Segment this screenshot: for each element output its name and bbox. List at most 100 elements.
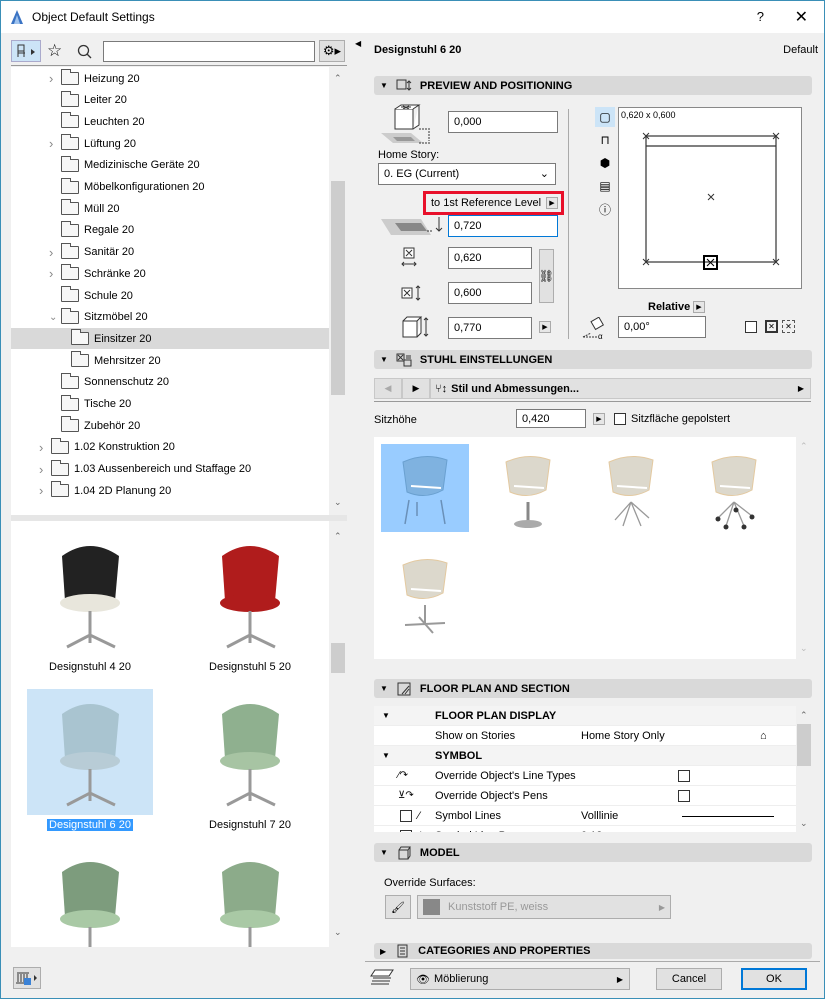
close-button[interactable]: ✕ <box>795 7 808 27</box>
gallery-scrollbar[interactable]: ⌃ ⌄ <box>331 525 345 947</box>
section-floor-plan[interactable]: ▼ FLOOR PLAN AND SECTION <box>374 679 812 698</box>
scroll-down-arrow[interactable]: ⌄ <box>334 927 342 938</box>
section-view-button[interactable]: ⊓ <box>595 130 615 150</box>
chevron-right-icon[interactable]: › <box>49 266 59 281</box>
chevron-right-icon[interactable]: › <box>49 136 59 151</box>
chair-thumbnail[interactable] <box>187 689 313 815</box>
chair-thumbnail[interactable] <box>27 531 153 657</box>
tree-item[interactable]: Mehrsitzer 20 <box>11 350 329 371</box>
override-checkbox[interactable] <box>678 769 690 782</box>
floor-plan-property-list[interactable]: ▼ FLOOR PLAN DISPLAY Show on Stories Home S… <box>374 706 796 832</box>
gallery-item[interactable] <box>25 847 155 947</box>
search-icon[interactable] <box>77 44 93 60</box>
reference-level-selector[interactable]: to 1st Reference Level ▶ <box>423 191 564 215</box>
scroll-up-arrow[interactable]: ⌃ <box>800 441 808 452</box>
row-checkbox[interactable] <box>400 829 412 832</box>
property-group[interactable]: ▼ FLOOR PLAN DISPLAY <box>374 706 796 726</box>
chair-style-option-wheels[interactable] <box>690 444 778 532</box>
stories-icon[interactable]: ⌂ <box>760 730 767 742</box>
previous-page-button[interactable]: ◀ <box>374 378 402 399</box>
section-stuhl-einstellungen[interactable]: ▼ STUHL EINSTELLUNGEN <box>374 350 812 369</box>
property-row[interactable]: ⊻↷ Override Object's Pens <box>374 786 796 806</box>
link-dimensions-button[interactable]: ⛓ <box>539 249 554 303</box>
tree-item[interactable]: › Schränke 20 <box>11 263 329 284</box>
scroll-down-arrow[interactable]: ⌄ <box>800 818 808 829</box>
tree-item[interactable]: Tische 20 <box>11 394 329 415</box>
tree-item[interactable]: Müll 20 <box>11 198 329 219</box>
tree-item[interactable]: Zubehör 20 <box>11 415 329 436</box>
chair-thumbnail[interactable] <box>27 689 153 815</box>
preview-window[interactable]: 0,620 x 0,600 <box>618 107 802 289</box>
chair-thumbnail[interactable] <box>27 847 153 947</box>
gallery-item[interactable]: Designstuhl 7 20 <box>185 689 315 831</box>
sitzhoehe-input[interactable]: 0,420 <box>516 409 586 428</box>
tree-item[interactable]: Medizinische Geräte 20 <box>11 155 329 176</box>
property-row[interactable]: ⁄ Symbol Line Pen 0,18 mm <box>374 826 796 832</box>
property-scrollbar[interactable]: ⌃ ⌄ <box>797 706 811 832</box>
gallery-item[interactable]: Designstuhl 6 20 <box>25 689 155 831</box>
relative-options-button[interactable]: ▶ <box>693 301 705 313</box>
library-manager-button[interactable] <box>13 967 41 989</box>
next-page-button[interactable]: ▶ <box>402 378 430 399</box>
mirror-checkbox[interactable] <box>745 321 757 333</box>
cancel-button[interactable]: Cancel <box>656 968 722 990</box>
library-tree[interactable]: › Heizung 20 Leiter 20 Leuchten 20 › Lüftung … <box>11 67 329 543</box>
section-categories-properties[interactable]: ▶ CATEGORIES AND PROPERTIES <box>374 943 812 959</box>
anchor-icon[interactable]: ✕ <box>765 320 778 333</box>
ok-button[interactable]: OK <box>741 968 807 990</box>
tree-item[interactable]: Leuchten 20 <box>11 111 329 132</box>
scroll-down-arrow[interactable]: ⌄ <box>334 497 342 508</box>
property-group[interactable]: ▼ SYMBOL <box>374 746 796 766</box>
gallery-item[interactable] <box>185 847 315 947</box>
list-view-button[interactable]: ▤ <box>595 176 615 196</box>
search-input[interactable] <box>103 41 315 62</box>
scroll-up-arrow[interactable]: ⌃ <box>334 73 342 84</box>
panel-collapse-handle[interactable]: ◀ <box>355 37 361 987</box>
property-row[interactable]: ⁄ Symbol Lines Volllinie <box>374 806 796 826</box>
chevron-right-icon[interactable]: › <box>39 440 49 455</box>
tree-item[interactable]: Einsitzer 20 <box>11 328 329 350</box>
rotation-angle-input[interactable]: 0,00° <box>618 316 706 338</box>
tree-item[interactable]: Regale 20 <box>11 220 329 241</box>
reference-elevation-input[interactable]: 0,720 <box>448 215 558 237</box>
property-value[interactable]: Home Story Only <box>581 730 665 742</box>
favorites-star-icon[interactable]: ☆ <box>47 41 62 61</box>
height-options-button[interactable]: ▶ <box>539 321 551 333</box>
tree-item[interactable]: Sonnenschutz 20 <box>11 372 329 393</box>
object-gallery[interactable]: Designstuhl 4 20 Designstuhl 5 20 Designst… <box>11 525 329 947</box>
chair-style-option-cross[interactable] <box>381 547 469 635</box>
override-checkbox[interactable] <box>678 789 690 802</box>
chair-picker-scrollbar[interactable]: ⌃ ⌄ <box>797 437 811 659</box>
anchor-dashed-icon[interactable]: ✕ <box>782 320 795 333</box>
sitzhoehe-options-button[interactable]: ▶ <box>593 413 605 425</box>
tree-item[interactable]: Möbelkonfigurationen 20 <box>11 177 329 198</box>
width-input[interactable]: 0,620 <box>448 247 532 269</box>
tree-item[interactable]: › Heizung 20 <box>11 68 329 89</box>
tree-item[interactable]: › 1.04 2D Planung 20 <box>11 480 329 501</box>
property-row[interactable]: Show on Stories Home Story Only ⌂ <box>374 726 796 746</box>
tree-item[interactable]: Leiter 20 <box>11 90 329 111</box>
chevron-down-icon[interactable]: ⌄ <box>49 312 59 323</box>
gallery-item[interactable]: Designstuhl 5 20 <box>185 531 315 673</box>
settings-gear-button[interactable]: ⚙▸ <box>319 40 345 62</box>
tree-item[interactable]: ⌄ Sitzmöbel 20 <box>11 307 329 328</box>
object-type-button[interactable] <box>11 40 41 62</box>
info-button[interactable]: ⓘ <box>595 199 615 219</box>
chair-thumbnail[interactable] <box>187 531 313 657</box>
tree-scrollbar[interactable]: ⌃ ⌄ <box>331 67 345 513</box>
section-model[interactable]: ▼ MODEL <box>374 843 812 862</box>
floor-plan-view-button[interactable]: ▢ <box>595 107 615 127</box>
chevron-right-icon[interactable]: › <box>49 245 59 260</box>
gallery-item[interactable]: Designstuhl 4 20 <box>25 531 155 673</box>
height-input[interactable]: 0,770 <box>448 317 532 339</box>
tree-item[interactable]: › Sanitär 20 <box>11 242 329 263</box>
scroll-thumb[interactable] <box>331 181 345 395</box>
surface-dropdown[interactable]: Kunststoff PE, weiss ▶ <box>417 895 671 919</box>
pane-splitter[interactable] <box>11 515 347 521</box>
chevron-right-icon[interactable]: › <box>39 483 49 498</box>
chair-style-option-spider[interactable] <box>587 444 675 532</box>
collapse-triangle-icon[interactable]: ▼ <box>382 711 390 720</box>
tree-item[interactable]: › Lüftung 20 <box>11 133 329 154</box>
home-story-dropdown[interactable]: 0. EG (Current) ⌄ <box>378 163 556 185</box>
scroll-thumb[interactable] <box>331 643 345 673</box>
